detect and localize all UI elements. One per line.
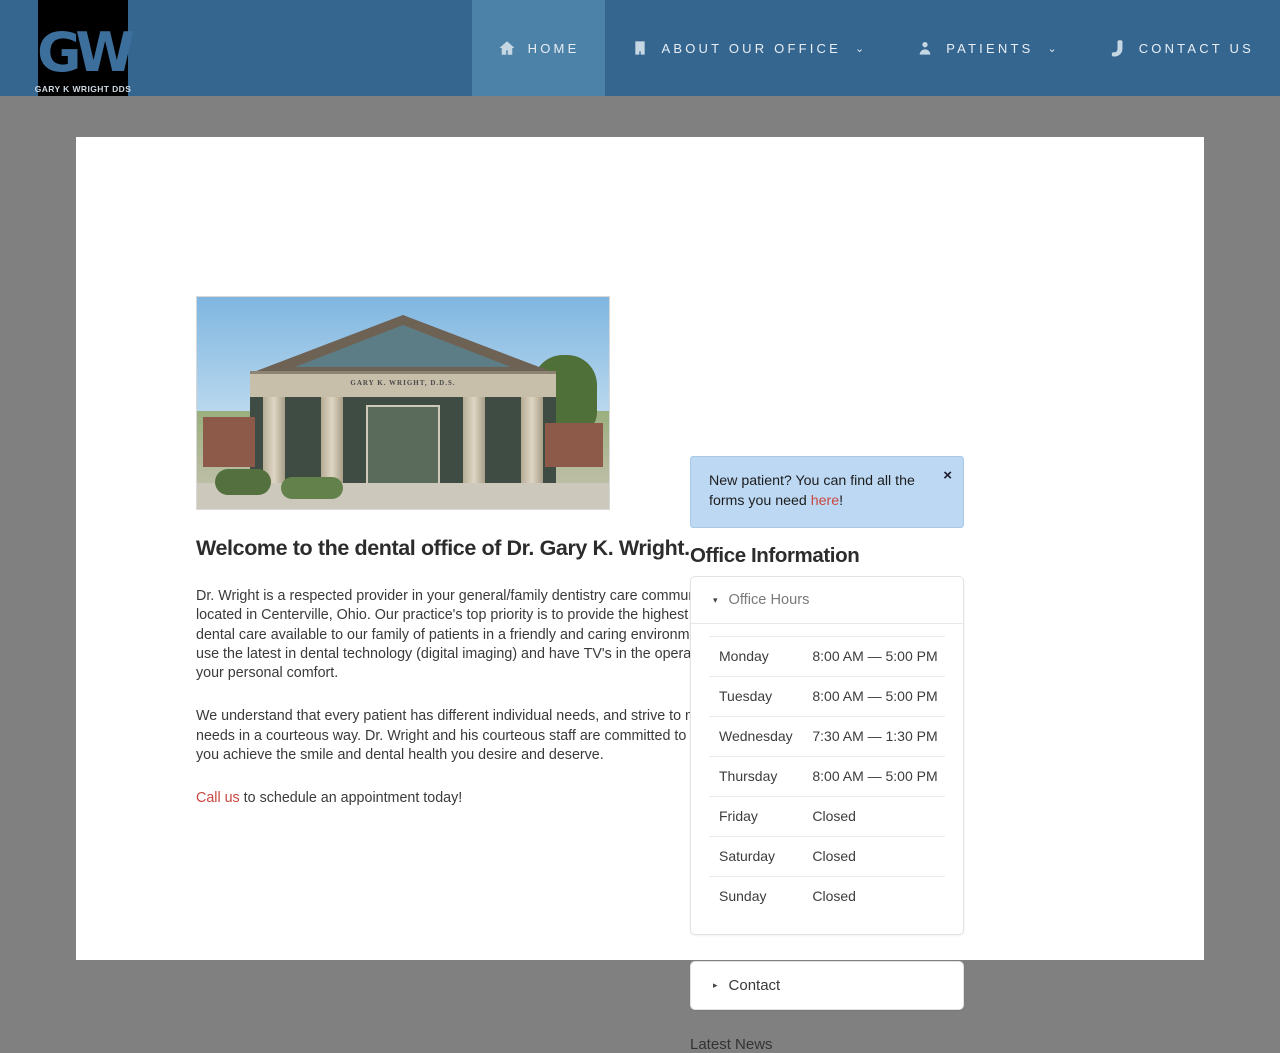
intro-paragraph-1: Dr. Wright is a respected provider in yo… xyxy=(196,588,747,682)
office-hours-table: Monday 8:00 AM — 5:00 PM Tuesday 8:00 AM… xyxy=(709,636,945,916)
forms-here-link[interactable]: here xyxy=(811,493,839,509)
call-to-action: Call us to schedule an appointment today… xyxy=(196,789,762,808)
hours-day: Saturday xyxy=(719,848,776,864)
contact-toggle[interactable]: ▸ Contact xyxy=(691,962,963,1009)
photo-column xyxy=(321,397,343,489)
hours-time: 8:00 AM — 5:00 PM xyxy=(812,688,938,704)
hours-day: Monday xyxy=(719,648,769,664)
hours-time: 7:30 AM — 1:30 PM xyxy=(812,728,938,744)
table-row: Thursday 8:00 AM — 5:00 PM xyxy=(709,756,945,797)
content-row: GARY K. WRIGHT, D.D.S. Welcome to the de… xyxy=(76,137,1204,1053)
building-icon xyxy=(631,39,649,57)
office-hours-body: Monday 8:00 AM — 5:00 PM Tuesday 8:00 AM… xyxy=(691,624,963,934)
office-building-photo: GARY K. WRIGHT, D.D.S. xyxy=(196,296,610,510)
hours-day: Thursday xyxy=(719,768,778,784)
logo-subtitle: GARY K WRIGHT DDS xyxy=(34,84,132,94)
table-row: Saturday Closed xyxy=(709,836,945,877)
nav-item-home-label: HOME xyxy=(527,40,580,56)
chevron-down-icon: ⌄ xyxy=(855,42,865,55)
main-navigation: HOME ABOUT OUR OFFICE ⌄ PATIENTS ⌄ CONTA… xyxy=(471,0,1280,96)
photo-brick-left xyxy=(203,417,255,467)
office-hours-toggle[interactable]: ▾ Office Hours xyxy=(691,577,963,623)
table-row: Friday Closed xyxy=(709,796,945,837)
office-hours-panel: ▾ Office Hours Monday 8:00 AM — 5:00 PM … xyxy=(690,576,964,935)
photo-column xyxy=(521,397,543,489)
nav-item-about-our-office-label: ABOUT OUR OFFICE xyxy=(661,40,841,56)
nav-item-contact-us[interactable]: CONTACT US xyxy=(1083,0,1280,96)
photo-building-sign: GARY K. WRIGHT, D.D.S. xyxy=(350,379,456,387)
nav-item-patients-label: PATIENTS xyxy=(946,40,1034,56)
close-icon[interactable]: × xyxy=(943,468,952,483)
hours-time: Closed xyxy=(812,848,856,864)
home-icon xyxy=(498,39,516,57)
hours-day: Friday xyxy=(719,808,758,824)
photo-brick-right xyxy=(545,423,603,467)
photo-gable-window xyxy=(295,325,511,367)
nav-item-home[interactable]: HOME xyxy=(471,0,606,96)
latest-news-heading: Latest News xyxy=(690,1036,773,1053)
main-column: GARY K. WRIGHT, D.D.S. Welcome to the de… xyxy=(76,296,756,1053)
sidebar: × New patient? You can find all the form… xyxy=(690,296,970,1053)
table-row: Monday 8:00 AM — 5:00 PM xyxy=(709,636,945,677)
contact-panel: ▸ Contact xyxy=(690,961,964,1010)
page-title: Welcome to the dental office of Dr. Gary… xyxy=(196,536,690,560)
table-row: Tuesday 8:00 AM — 5:00 PM xyxy=(709,676,945,717)
nav-item-patients[interactable]: PATIENTS ⌄ xyxy=(890,0,1082,96)
hours-time: 8:00 AM — 5:00 PM xyxy=(812,768,938,784)
hours-time: Closed xyxy=(812,888,856,904)
table-row: Sunday Closed xyxy=(709,876,945,917)
site-logo[interactable]: GW GARY K WRIGHT DDS xyxy=(35,0,135,96)
intro-paragraph-2: We understand that every patient has dif… xyxy=(196,708,756,764)
new-patient-alert: × New patient? You can find all the form… xyxy=(690,456,964,528)
triangle-right-icon: ▸ xyxy=(713,980,718,990)
contact-title: Contact xyxy=(728,977,781,994)
nav-item-about-our-office[interactable]: ABOUT OUR OFFICE ⌄ xyxy=(605,0,890,96)
site-header: GW GARY K WRIGHT DDS HOME ABOUT OUR OFFI… xyxy=(0,0,1280,96)
chevron-down-icon: ⌄ xyxy=(1047,42,1057,55)
call-to-action-text: to schedule an appointment today! xyxy=(239,790,463,807)
photo-shrub xyxy=(281,477,343,499)
alert-text-after: ! xyxy=(839,493,844,509)
office-hours-table-body: Monday 8:00 AM — 5:00 PM Tuesday 8:00 AM… xyxy=(709,636,945,917)
hours-day: Tuesday xyxy=(719,688,773,704)
phone-icon xyxy=(1109,39,1127,57)
table-row: Wednesday 7:30 AM — 1:30 PM xyxy=(709,716,945,757)
hours-time: 8:00 AM — 5:00 PM xyxy=(812,648,938,664)
office-hours-title: Office Hours xyxy=(728,592,810,608)
hours-day: Wednesday xyxy=(719,728,793,744)
call-us-link[interactable]: Call us xyxy=(196,790,240,806)
logo-monogram: GW xyxy=(37,21,135,84)
triangle-down-icon: ▾ xyxy=(713,594,718,605)
photo-entrance-door xyxy=(366,405,440,489)
photo-column xyxy=(463,397,485,489)
hours-time: Closed xyxy=(812,808,856,824)
nav-item-contact-us-label: CONTACT US xyxy=(1138,40,1254,56)
photo-shrub xyxy=(215,469,271,495)
page-content-card: GARY K. WRIGHT, D.D.S. Welcome to the de… xyxy=(76,137,1204,1053)
person-icon xyxy=(916,39,934,57)
hours-day: Sunday xyxy=(719,888,767,904)
office-information-heading: Office Information xyxy=(690,544,860,567)
